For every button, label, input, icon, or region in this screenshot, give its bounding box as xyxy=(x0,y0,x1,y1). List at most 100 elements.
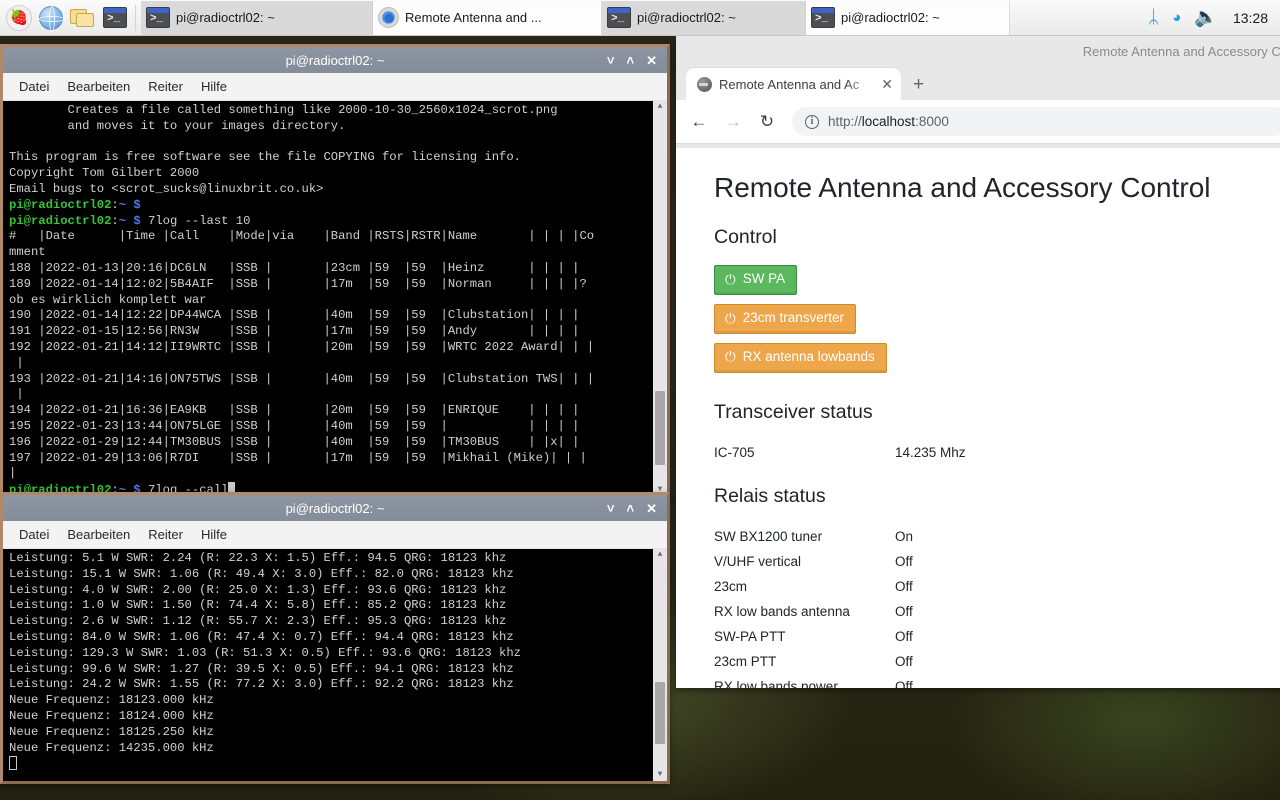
terminal-1-output-area[interactable]: Creates a file called something like 200… xyxy=(3,101,667,496)
menu-bearbeiten[interactable]: Bearbeiten xyxy=(59,524,138,545)
taskbar-item-browser[interactable]: Remote Antenna and ... xyxy=(373,0,602,35)
bluetooth-icon[interactable]: ᛦ xyxy=(1148,8,1159,27)
terminal-2-output-area[interactable]: Leistung: 5.1 W SWR: 2.24 (R: 22.3 X: 1.… xyxy=(3,549,667,781)
relais-name: V/UHF vertical xyxy=(714,553,802,569)
terminal-1-titlebar[interactable]: pi@radioctrl02: ~ ˅ ˄ ✕ xyxy=(3,47,667,73)
globe-icon xyxy=(39,5,65,32)
relais-status-list: SW BX1200 tuner On V/UHF vertical Off 23… xyxy=(714,524,1280,688)
transceiver-status-heading: Transceiver status xyxy=(714,400,873,423)
taskbar-launchers: 🍓 >_ xyxy=(0,3,130,33)
terminal-2-title: pi@radioctrl02: ~ xyxy=(285,500,385,516)
close-icon[interactable]: ✕ xyxy=(881,77,893,91)
terminal-launcher[interactable]: >_ xyxy=(100,3,130,33)
system-tray: ᛦ ◕ 🔈 13:28 xyxy=(1148,8,1280,27)
raspberry-menu-button[interactable]: 🍓 xyxy=(4,3,34,33)
relais-value: Off xyxy=(895,628,913,644)
scrollbar-track[interactable] xyxy=(653,561,667,769)
terminal-2-titlebar[interactable]: pi@radioctrl02: ~ ˅ ˄ ✕ xyxy=(3,495,667,521)
transceiver-name: IC-705 xyxy=(714,444,755,460)
browser-toolbar: ← → ↻ i http://localhost:8000 xyxy=(676,100,1280,144)
scroll-up-icon[interactable]: ▲ xyxy=(658,549,663,561)
menu-reiter[interactable]: Reiter xyxy=(140,524,191,545)
browser-tabstrip: Remote Antenna and Ac ✕ + xyxy=(676,66,1280,100)
transverter-23cm-toggle-button[interactable]: ⏻ 23cm transverter xyxy=(714,303,856,334)
menu-bearbeiten[interactable]: Bearbeiten xyxy=(59,76,138,97)
menu-hilfe[interactable]: Hilfe xyxy=(193,76,235,97)
scrollbar-thumb[interactable] xyxy=(655,681,665,745)
terminal-window-1: pi@radioctrl02: ~ ˅ ˄ ✕ Datei Bearbeiten… xyxy=(0,44,670,499)
sw-pa-label: SW PA xyxy=(742,271,786,286)
close-icon[interactable]: ✕ xyxy=(646,54,657,67)
scrollbar-thumb[interactable] xyxy=(655,391,665,466)
relais-value: Off xyxy=(895,653,913,669)
file-manager-launcher[interactable] xyxy=(68,3,98,33)
sw-pa-toggle-button[interactable]: ⏻ SW PA xyxy=(714,265,798,295)
web-browser-launcher[interactable] xyxy=(36,3,66,33)
terminal-icon: >_ xyxy=(607,7,631,28)
volume-icon[interactable]: 🔈 xyxy=(1194,8,1218,27)
taskbar-item-label: pi@radioctrl02: ~ xyxy=(176,10,275,25)
relais-value: Off xyxy=(895,578,913,594)
browser-tab[interactable]: Remote Antenna and Ac ✕ xyxy=(686,68,901,100)
reload-button[interactable]: ↻ xyxy=(752,107,782,137)
browser-chrome: Remote Antenna and Accessory Co Remote A… xyxy=(676,36,1280,148)
terminal-1-title: pi@radioctrl02: ~ xyxy=(285,52,385,68)
taskbar-item-terminal-2[interactable]: >_ pi@radioctrl02: ~ xyxy=(602,0,806,35)
terminal-icon: >_ xyxy=(103,7,127,28)
menu-datei[interactable]: Datei xyxy=(11,524,57,545)
relais-value: Off xyxy=(895,678,913,688)
taskbar-window-list: >_ pi@radioctrl02: ~ Remote Antenna and … xyxy=(141,0,1148,36)
page-title: Remote Antenna and Accessory Control xyxy=(714,172,1211,203)
menu-datei[interactable]: Datei xyxy=(11,76,57,97)
forward-button[interactable]: → xyxy=(718,107,748,137)
address-bar-url: http://localhost:8000 xyxy=(828,114,949,129)
terminal-2-text: Leistung: 5.1 W SWR: 2.24 (R: 22.3 X: 1.… xyxy=(9,551,647,774)
relais-value: Off xyxy=(895,553,913,569)
terminal-1-menubar: Datei Bearbeiten Reiter Hilfe xyxy=(3,73,667,101)
rx-antenna-lowbands-toggle-button[interactable]: ⏻ RX antenna lowbands xyxy=(714,342,887,373)
taskbar-item-terminal-3[interactable]: >_ pi@radioctrl02: ~ xyxy=(806,0,1010,35)
relais-value: Off xyxy=(895,603,913,619)
relais-row: V/UHF vertical Off xyxy=(714,549,1280,574)
browser-window-title: Remote Antenna and Accessory Co xyxy=(676,36,1280,66)
relais-row: 23cm PTT Off xyxy=(714,649,1280,674)
chrome-icon xyxy=(378,7,399,28)
wifi-icon[interactable]: ◕ xyxy=(1172,10,1181,25)
clock[interactable]: 13:28 xyxy=(1231,10,1268,26)
taskbar-item-label: Remote Antenna and ... xyxy=(405,10,542,25)
close-icon[interactable]: ✕ xyxy=(646,502,657,515)
terminal-1-scrollbar[interactable]: ▲ ▼ xyxy=(652,101,667,496)
taskbar-item-label: pi@radioctrl02: ~ xyxy=(841,10,940,25)
url-scheme: http:// xyxy=(828,114,862,129)
terminal-2-scrollbar[interactable]: ▲ ▼ xyxy=(652,549,667,781)
relais-row: SW-PA PTT Off xyxy=(714,624,1280,649)
transceiver-frequency: 14.235 Mhz xyxy=(895,444,966,460)
terminal-icon: >_ xyxy=(146,7,170,28)
scrollbar-track[interactable] xyxy=(653,113,667,484)
favicon-globe-icon xyxy=(697,76,712,92)
url-port: :8000 xyxy=(915,114,949,129)
browser-tab-title: Remote Antenna and Ac xyxy=(719,76,860,92)
scroll-down-icon[interactable]: ▼ xyxy=(658,769,663,781)
taskbar-divider xyxy=(135,4,136,31)
relais-row: 23cm Off xyxy=(714,574,1280,599)
url-host: localhost xyxy=(861,114,916,129)
site-info-icon[interactable]: i xyxy=(805,114,819,129)
rx-antenna-lowbands-label: RX antenna lowbands xyxy=(742,348,875,364)
new-tab-button[interactable]: + xyxy=(901,70,936,100)
minimize-icon[interactable]: ˅ xyxy=(607,54,615,67)
maximize-icon[interactable]: ˄ xyxy=(627,502,635,515)
address-bar[interactable]: i http://localhost:8000 xyxy=(792,107,1280,136)
relais-row: RX low bands power Off xyxy=(714,674,1280,688)
scroll-up-icon[interactable]: ▲ xyxy=(658,101,663,113)
minimize-icon[interactable]: ˅ xyxy=(607,502,615,515)
menu-hilfe[interactable]: Hilfe xyxy=(193,524,235,545)
control-heading: Control xyxy=(714,226,777,248)
relais-value: On xyxy=(895,528,914,544)
back-button[interactable]: ← xyxy=(684,107,714,137)
maximize-icon[interactable]: ˄ xyxy=(627,54,635,67)
taskbar-item-terminal-1[interactable]: >_ pi@radioctrl02: ~ xyxy=(141,0,373,35)
transverter-23cm-label: 23cm transverter xyxy=(742,309,844,325)
desktop: 🍓 >_ >_ pi@radioctrl02: ~ Remote Antenna… xyxy=(0,0,1280,800)
menu-reiter[interactable]: Reiter xyxy=(140,76,191,97)
